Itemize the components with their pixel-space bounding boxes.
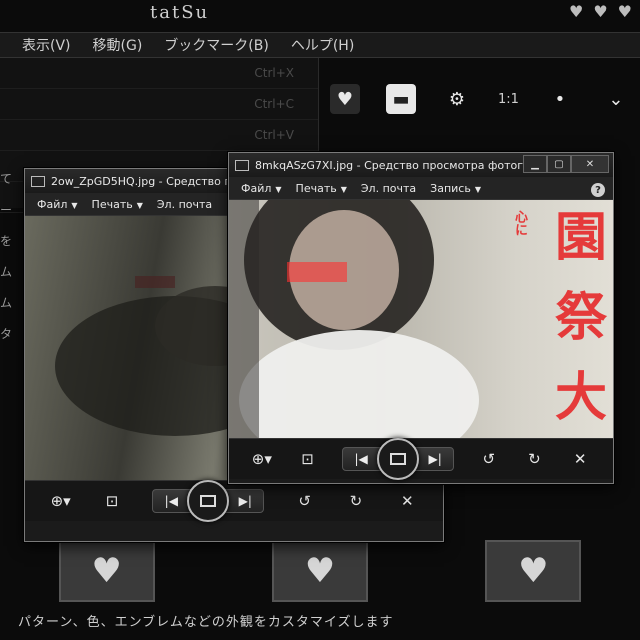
menu-go[interactable]: 移動(G): [93, 35, 143, 55]
theme-tile[interactable]: ♥: [271, 540, 368, 602]
menu-help[interactable]: ヘルプ(H): [291, 35, 354, 55]
delete-icon[interactable]: ✕: [396, 492, 418, 510]
heart-icon: ♥: [518, 551, 549, 591]
next-icon[interactable]: ▶|: [227, 494, 263, 508]
menu-row[interactable]: Ctrl+X: [0, 58, 318, 89]
strip-text: ー: [0, 203, 13, 217]
photo-image: 心に 園 祭 大: [229, 200, 613, 438]
photo-small-text: 心に: [512, 210, 527, 236]
photo-large-text: 園 祭 大: [554, 207, 607, 428]
heart-maximize-icon[interactable]: ♥: [593, 2, 607, 21]
slideshow-icon: [200, 495, 217, 507]
menu-burn[interactable]: Запись ▼: [430, 182, 481, 195]
theme-tile[interactable]: ♥: [485, 540, 582, 602]
menu-file[interactable]: Файл ▼: [37, 198, 78, 211]
zoom-tool-icon[interactable]: ⚙: [442, 84, 472, 114]
rotate-cw-icon[interactable]: ↻: [345, 492, 367, 510]
heart-close-icon[interactable]: ♥: [618, 2, 632, 21]
fit-window-icon[interactable]: ⊡: [101, 492, 123, 510]
zoom-label: 1:1: [498, 91, 519, 107]
photo-viewer-icon: [235, 159, 249, 171]
menu-row[interactable]: Ctrl+C: [0, 89, 318, 120]
menu-file[interactable]: Файл ▼: [241, 182, 282, 195]
minimize-button[interactable]: ▁: [523, 155, 547, 173]
strip-text: ム: [0, 296, 13, 310]
dot-icon[interactable]: •: [545, 84, 575, 114]
rotate-cw-icon[interactable]: ↻: [523, 450, 545, 468]
menu-print[interactable]: Печать ▼: [92, 198, 143, 211]
background-menubar: 表示(V) 移動(G) ブックマーク(B) ヘルプ(H): [0, 32, 640, 58]
heart-icon[interactable]: ♥: [330, 84, 360, 114]
strip-text: タ: [0, 327, 13, 341]
background-toolbar: ♥ ▬ ⚙ 1:1 • ⌄: [322, 62, 640, 136]
theme-tiles: ♥ ♥ ♥: [0, 540, 640, 602]
slideshow-icon: [390, 453, 407, 465]
playback-bar: ⊕▾ ⊡ |◀ ▶| ↺ ↻ ✕: [229, 438, 613, 480]
chevron-down-icon[interactable]: ⌄: [601, 84, 631, 114]
bookmark-icon[interactable]: ▬: [386, 84, 416, 114]
menu-row[interactable]: Ctrl+V: [0, 120, 318, 151]
menu-email[interactable]: Эл. почта: [157, 198, 212, 211]
slideshow-button[interactable]: [377, 438, 420, 480]
left-strip: て ー を ム ム タ: [0, 160, 24, 470]
playback-bar: ⊕▾ ⊡ |◀ ▶| ↺ ↻ ✕: [25, 480, 443, 522]
next-icon[interactable]: ▶|: [417, 452, 453, 466]
window-controls: ▁ ▢ ✕: [523, 155, 609, 173]
theme-tile[interactable]: ♥: [58, 540, 155, 602]
rotate-ccw-icon[interactable]: ↺: [478, 450, 500, 468]
status-text: パターン、色、エンブレムなどの外観をカスタマイズします: [18, 615, 394, 630]
fit-window-icon[interactable]: ⊡: [296, 450, 318, 468]
slideshow-button[interactable]: [187, 480, 230, 522]
zoom-icon[interactable]: ⊕▾: [50, 492, 72, 510]
title-controls: ♥ ♥ ♥: [569, 2, 632, 21]
menu-view[interactable]: 表示(V): [22, 35, 71, 55]
heart-minimize-icon[interactable]: ♥: [569, 2, 583, 21]
heart-icon: ♥: [304, 551, 336, 591]
window-title: 8mkqASzG7XI.jpg - Средство просмотра фот…: [255, 158, 548, 172]
zoom-icon[interactable]: ⊕▾: [251, 450, 273, 468]
close-button[interactable]: ✕: [571, 155, 609, 173]
nav-group: |◀ ▶|: [152, 480, 265, 522]
viewer-menubar: Файл ▼ Печать ▼ Эл. почта Запись ▼: [229, 177, 613, 200]
menu-email[interactable]: Эл. почта: [361, 182, 416, 195]
strip-text: を: [0, 234, 13, 248]
photo-viewer-window-front[interactable]: 8mkqASzG7XI.jpg - Средство просмотра фот…: [228, 152, 614, 484]
previous-icon[interactable]: |◀: [153, 494, 189, 508]
photo-viewer-icon: [31, 175, 45, 187]
help-button[interactable]: ?: [591, 183, 605, 197]
heart-icon: ♥: [91, 551, 122, 591]
menu-bookmarks[interactable]: ブックマーク(B): [164, 35, 269, 55]
maximize-button[interactable]: ▢: [547, 155, 571, 173]
strip-text: ム: [0, 265, 13, 279]
background-title: tatSu: [150, 2, 210, 23]
rotate-ccw-icon[interactable]: ↺: [294, 492, 316, 510]
delete-icon[interactable]: ✕: [569, 450, 591, 468]
previous-icon[interactable]: |◀: [343, 452, 379, 466]
nav-group: |◀ ▶|: [342, 438, 455, 480]
menu-print[interactable]: Печать ▼: [296, 182, 347, 195]
strip-text: て: [0, 172, 13, 186]
